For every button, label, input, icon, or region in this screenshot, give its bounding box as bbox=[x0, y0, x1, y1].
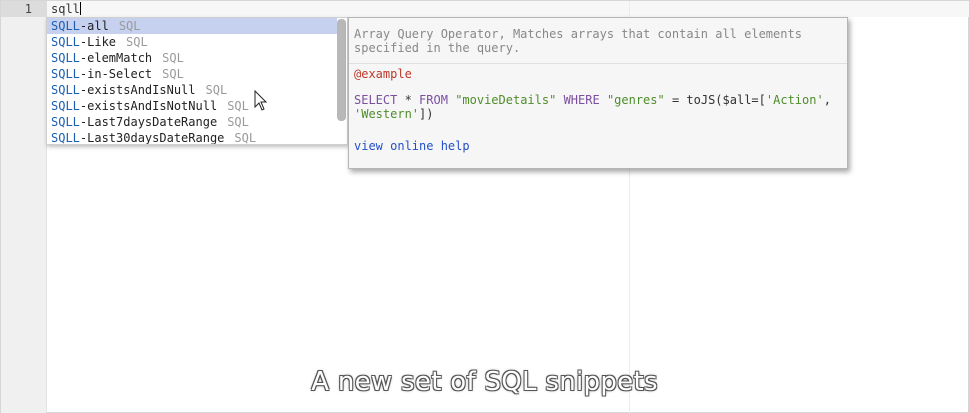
autocomplete-item-label: -Last7daysDateRange bbox=[79, 115, 218, 129]
code-expr-start: = toJS($all=[ bbox=[664, 93, 766, 107]
autocomplete-item[interactable]: SQLL-existsAndIsNotNull SQL bbox=[47, 98, 337, 114]
autocomplete-item[interactable]: SQLL-Last30daysDateRange SQL bbox=[47, 130, 337, 145]
code-keyword-from: FROM bbox=[419, 93, 448, 107]
autocomplete-item[interactable]: SQLL-Last7daysDateRange SQL bbox=[47, 114, 337, 130]
typed-text: sqll bbox=[51, 2, 80, 16]
doc-example-label: @example bbox=[354, 67, 412, 81]
autocomplete-item-meta: SQL bbox=[234, 131, 257, 145]
autocomplete-item-label: -existsAndIsNotNull bbox=[79, 99, 218, 113]
code-keyword-select: SELECT bbox=[354, 93, 398, 107]
line-number: 1 bbox=[24, 2, 32, 16]
autocomplete-item[interactable]: SQLL-Like SQL bbox=[47, 34, 337, 50]
doc-example-code: SELECT * FROM "movieDetails" WHERE "genr… bbox=[354, 93, 834, 121]
autocomplete-item-label: -existsAndIsNull bbox=[79, 83, 196, 97]
autocomplete-item-label: -Like bbox=[79, 35, 117, 49]
autocomplete-item-label: -all bbox=[79, 19, 109, 33]
autocomplete-item[interactable]: SQLL-in-Select SQL bbox=[47, 66, 337, 82]
doc-description: Array Query Operator, Matches arrays tha… bbox=[354, 27, 802, 55]
autocomplete-scrollbar[interactable] bbox=[337, 19, 346, 121]
code-value-western: 'Western' bbox=[354, 107, 420, 121]
autocomplete-item-meta: SQL bbox=[162, 67, 184, 81]
code-star: * bbox=[397, 93, 420, 107]
autocomplete-item-match: SQLL bbox=[51, 51, 80, 65]
doc-tooltip: Array Query Operator, Matches arrays tha… bbox=[348, 17, 848, 169]
autocomplete-popup[interactable]: SQLL-all SQL SQLL-Like SQL SQLL-elemMatch S… bbox=[46, 17, 348, 145]
mouse-pointer-icon bbox=[254, 90, 268, 111]
autocomplete-item-match: SQLL bbox=[51, 67, 80, 81]
autocomplete-item-meta: SQL bbox=[205, 83, 228, 97]
code-comma: , bbox=[823, 93, 831, 107]
autocomplete-item-match: SQLL bbox=[51, 99, 80, 113]
code-field: "genres" bbox=[606, 93, 665, 107]
autocomplete-item-meta: SQL bbox=[126, 35, 148, 49]
autocomplete-item-label: -Last30daysDateRange bbox=[79, 131, 225, 145]
autocomplete-item-label: -in-Select bbox=[79, 67, 153, 81]
code-value-action: 'Action' bbox=[765, 93, 824, 107]
autocomplete-item[interactable]: SQLL-all SQL bbox=[47, 18, 337, 34]
view-online-help-link[interactable]: view online help bbox=[354, 139, 470, 153]
autocomplete-item-meta: SQL bbox=[162, 51, 184, 65]
autocomplete-item-meta: SQL bbox=[118, 19, 141, 33]
autocomplete-item-match: SQLL bbox=[51, 131, 80, 145]
line-gutter: 1 bbox=[1, 1, 47, 413]
autocomplete-item-meta: SQL bbox=[227, 99, 249, 113]
autocomplete-item[interactable]: SQLL-existsAndIsNull SQL bbox=[47, 82, 337, 98]
doc-divider bbox=[349, 63, 847, 64]
autocomplete-item-match: SQLL bbox=[51, 115, 80, 129]
text-cursor bbox=[79, 2, 81, 15]
autocomplete-item-label: -elemMatch bbox=[79, 51, 153, 65]
autocomplete-item-match: SQLL bbox=[51, 35, 80, 49]
code-keyword-where: WHERE bbox=[563, 93, 600, 107]
autocomplete-item-meta: SQL bbox=[227, 115, 249, 129]
code-expr-end: ]) bbox=[419, 107, 434, 121]
active-line-highlight bbox=[47, 1, 969, 17]
code-table: "movieDetails" bbox=[455, 93, 557, 107]
autocomplete-item-match: SQLL bbox=[51, 19, 80, 33]
code-line[interactable]: sqll bbox=[51, 2, 81, 16]
video-caption: A new set of SQL snippets bbox=[311, 367, 658, 397]
autocomplete-item-match: SQLL bbox=[51, 83, 80, 97]
autocomplete-item[interactable]: SQLL-elemMatch SQL bbox=[47, 50, 337, 66]
